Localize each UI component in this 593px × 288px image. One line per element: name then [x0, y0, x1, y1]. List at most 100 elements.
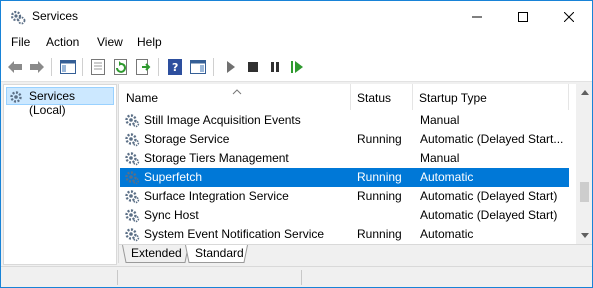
back-button[interactable]: [6, 58, 24, 76]
table-row[interactable]: Surface Integration Service Running Automa…: [120, 187, 569, 206]
menu-action[interactable]: Action: [46, 35, 79, 49]
show-hide-console-tree-icon: [60, 60, 76, 74]
pause-service-button[interactable]: [266, 58, 284, 76]
maximize-icon: [518, 11, 528, 22]
forward-button[interactable]: [28, 58, 46, 76]
toolbar-separator: [51, 58, 52, 76]
scroll-up-button[interactable]: [576, 84, 592, 101]
menu-bar: File Action View Help: [1, 32, 592, 53]
service-status: Running: [357, 189, 402, 203]
service-icon: [124, 112, 140, 128]
table-row[interactable]: Sync Host Automatic (Delayed Start): [120, 206, 569, 225]
show-hide-console-tree-button[interactable]: [59, 58, 77, 76]
sort-ascending-icon: [232, 84, 242, 98]
status-bar-divider: [117, 270, 118, 285]
restart-service-button[interactable]: [288, 58, 306, 76]
tab-label: Standard: [195, 246, 244, 260]
toolbar-separator: [158, 58, 159, 76]
column-header-startup-type[interactable]: Startup Type: [413, 84, 569, 110]
window-title: Services: [32, 9, 79, 23]
service-startup-type: Manual: [420, 151, 460, 165]
svg-text:?: ?: [172, 61, 178, 74]
table-row[interactable]: Superfetch Running Automatic: [120, 168, 569, 187]
status-bar-divider: [301, 270, 302, 285]
export-list-icon: [136, 59, 151, 75]
table-row[interactable]: System Event Notification Service Running…: [120, 225, 569, 244]
stop-service-icon: [248, 62, 258, 72]
refresh-icon: [114, 59, 127, 75]
table-row[interactable]: Still Image Acquisition Events Manual: [120, 111, 569, 130]
service-name: Superfetch: [144, 170, 203, 184]
column-header-label: Startup Type: [419, 91, 487, 105]
help-icon: ?: [168, 59, 182, 75]
service-name: Still Image Acquisition Events: [144, 113, 301, 127]
menu-view[interactable]: View: [97, 35, 123, 49]
start-service-button[interactable]: [222, 58, 240, 76]
service-status: Running: [357, 170, 402, 184]
back-icon: [8, 61, 22, 73]
tab-label: Extended: [131, 246, 182, 260]
service-name: Surface Integration Service: [144, 189, 289, 203]
service-name: System Event Notification Service: [144, 227, 325, 241]
service-startup-type: Automatic (Delayed Start...: [420, 132, 564, 146]
stop-service-button[interactable]: [244, 58, 262, 76]
export-list-button[interactable]: [135, 58, 153, 76]
restart-service-icon: [291, 61, 303, 73]
show-hide-action-pane-button[interactable]: [189, 58, 207, 76]
vertical-scrollbar[interactable]: [576, 84, 592, 244]
title-bar[interactable]: Services: [1, 1, 592, 32]
show-hide-action-pane-icon: [190, 60, 206, 74]
table-row[interactable]: Storage Tiers Management Manual: [120, 149, 569, 168]
help-button[interactable]: ?: [166, 58, 184, 76]
menu-file[interactable]: File: [11, 35, 30, 49]
start-service-icon: [227, 61, 235, 73]
service-name: Storage Service: [144, 132, 230, 146]
refresh-button[interactable]: [112, 58, 130, 76]
service-icon: [124, 188, 140, 204]
console-tree: Services (Local): [3, 84, 117, 265]
service-startup-type: Manual: [420, 113, 460, 127]
menu-help[interactable]: Help: [137, 35, 162, 49]
column-header-label: Status: [357, 91, 392, 105]
properties-button[interactable]: [89, 58, 107, 76]
service-icon: [124, 169, 140, 185]
services-list: Name Status Startup Type Still Image Acq…: [120, 84, 575, 244]
service-icon: [124, 226, 140, 242]
chevron-down-icon: [580, 233, 589, 238]
tree-item-services-local[interactable]: Services (Local): [6, 87, 114, 117]
services-window: Services File Action View Help ? Service…: [0, 0, 593, 288]
view-tabs: Extended Standard: [119, 244, 592, 264]
close-icon: [564, 11, 574, 22]
toolbar: ?: [1, 53, 592, 82]
close-button[interactable]: [546, 1, 592, 32]
scrollbar-thumb[interactable]: [580, 182, 589, 202]
status-bar: [1, 266, 592, 287]
properties-icon: [91, 59, 105, 75]
chevron-up-icon: [580, 90, 589, 95]
service-icon: [124, 207, 140, 223]
toolbar-separator: [82, 58, 83, 76]
gear-icon: [10, 9, 26, 25]
service-startup-type: Automatic (Delayed Start): [420, 208, 558, 222]
column-header-status[interactable]: Status: [351, 84, 413, 110]
service-startup-type: Automatic: [420, 227, 474, 241]
services-icon: [9, 89, 25, 105]
service-status: Running: [357, 132, 402, 146]
maximize-button[interactable]: [500, 1, 546, 32]
scroll-down-button[interactable]: [576, 227, 592, 244]
service-startup-type: Automatic: [420, 170, 474, 184]
table-row[interactable]: Storage Service Running Automatic (Delayed…: [120, 130, 569, 149]
details-pane: Name Status Startup Type Still Image Acq…: [118, 84, 592, 264]
tree-item-label: Services (Local): [29, 89, 76, 117]
service-icon: [124, 150, 140, 166]
tab-standard[interactable]: Standard: [185, 245, 251, 263]
column-header-name[interactable]: Name: [120, 84, 351, 110]
forward-icon: [30, 61, 44, 73]
service-status: Running: [357, 227, 402, 241]
service-name: Sync Host: [144, 208, 199, 222]
minimize-icon: [472, 16, 482, 17]
minimize-button[interactable]: [454, 1, 500, 32]
tab-extended[interactable]: Extended: [122, 245, 190, 263]
toolbar-separator: [213, 58, 214, 76]
service-icon: [124, 131, 140, 147]
